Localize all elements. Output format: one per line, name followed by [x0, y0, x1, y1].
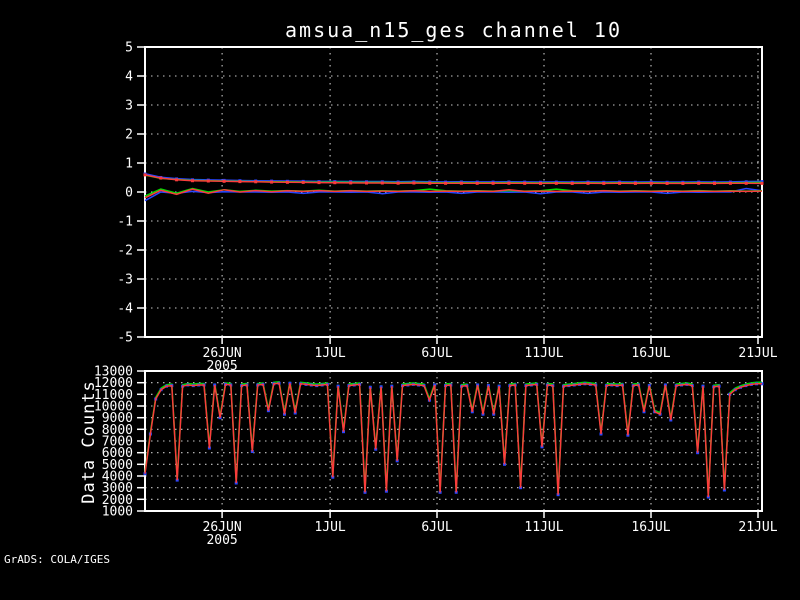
marker-stdev-red: [254, 180, 258, 184]
x-tick-label: 16JUL: [631, 520, 670, 535]
x-tick-label: 11JUL: [524, 520, 563, 535]
marker-stdev-red: [333, 181, 337, 185]
marker-stdev-red: [191, 179, 194, 183]
marker-stdev-red: [412, 181, 416, 185]
marker-stdev-red: [491, 181, 495, 185]
x-tick-label: 21JUL: [738, 346, 777, 361]
marker-stdev-red: [507, 181, 511, 185]
top-panel: -5-4-3-2-101234526JUN20051JUL 6JUL 11JUL 16…: [117, 41, 777, 375]
marker-stdev-red: [206, 179, 210, 183]
y-tick-label: -1: [117, 215, 133, 230]
marker-stdev-red: [665, 181, 669, 185]
x-tick-sublabel: 2005: [206, 533, 237, 548]
marker-stdev-red: [143, 173, 147, 177]
y-tick-label: -3: [117, 273, 133, 288]
y-tick-label: -2: [117, 244, 133, 259]
y-tick-label: 0: [125, 186, 133, 201]
marker-stdev-red: [380, 181, 384, 185]
marker-stdev-red: [396, 181, 400, 185]
marker-stdev-red: [618, 181, 622, 185]
marker-stdev-red: [586, 181, 590, 185]
y-tick-label: -4: [117, 302, 133, 317]
marker-stdev-red: [681, 181, 685, 185]
marker-stdev-red: [301, 180, 305, 184]
x-tick-label: 21JUL: [738, 520, 777, 535]
marker-stdev-red: [428, 181, 432, 185]
marker-stdev-red: [349, 181, 353, 185]
marker-stdev-red: [175, 178, 179, 182]
marker-stdev-red: [744, 181, 748, 185]
marker-stdev-red: [760, 181, 764, 185]
marker-stdev-red: [633, 181, 637, 185]
marker-stdev-red: [317, 181, 321, 185]
y-tick-label: 1: [125, 157, 133, 172]
chart-canvas: -5-4-3-2-101234526JUN20051JUL 6JUL 11JUL 16…: [94, 41, 778, 549]
y-tick-label: -5: [117, 331, 133, 346]
marker-stdev-red: [570, 181, 574, 185]
marker-stdev-red: [554, 181, 558, 185]
marker-stdev-red: [238, 180, 242, 184]
marker-stdev-red: [222, 179, 226, 183]
marker-stdev-red: [697, 181, 701, 185]
x-tick-label: 6JUL: [421, 346, 452, 361]
marker-stdev-red: [713, 181, 716, 185]
y-tick-label: 5: [125, 41, 133, 56]
y-tick-label: 4: [125, 70, 133, 85]
marker-stdev-red: [539, 181, 542, 185]
grads-plot-page: amsua_n15_ges channel 10 Data Counts GrA…: [0, 0, 800, 600]
marker-stdev-red: [365, 181, 368, 185]
marker-stdev-red: [459, 181, 463, 185]
marker-stdev-red: [270, 180, 274, 184]
y-tick-label: 13000: [94, 365, 133, 380]
x-tick-label: 6JUL: [421, 520, 452, 535]
marker-stdev-red: [159, 176, 163, 180]
y-tick-label: 3: [125, 99, 133, 114]
marker-stdev-red: [285, 180, 289, 184]
marker-stdev-red: [728, 181, 732, 185]
marker-stdev-red: [444, 181, 448, 185]
marker-stdev-red: [602, 181, 606, 185]
bottom-panel: 1000200030004000500060007000800090001000…: [94, 365, 778, 549]
x-tick-label: 1JUL: [314, 520, 345, 535]
series-counts-red: [144, 382, 762, 498]
marker-stdev-red: [649, 181, 653, 185]
x-tick-label: 1JUL: [314, 346, 345, 361]
x-tick-label: 11JUL: [524, 346, 563, 361]
marker-stdev-red: [523, 181, 527, 185]
y-tick-label: 2: [125, 128, 133, 143]
marker-stdev-red: [475, 181, 479, 185]
x-tick-label: 16JUL: [631, 346, 670, 361]
